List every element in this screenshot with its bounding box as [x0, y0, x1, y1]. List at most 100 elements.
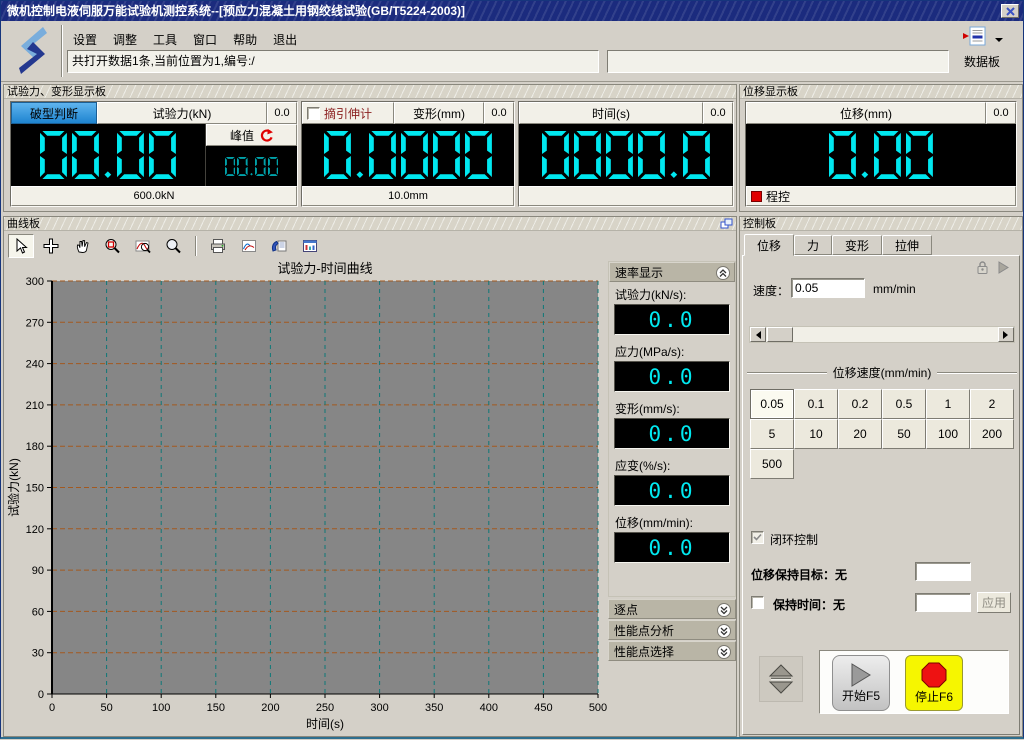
svg-text:试验力(kN): 试验力(kN): [6, 458, 21, 517]
start-button[interactable]: 开始F5: [832, 655, 890, 711]
svg-text:0: 0: [38, 689, 44, 701]
speed-scrollbar[interactable]: [749, 326, 1015, 343]
hold-time-label: 保持时间：无: [773, 596, 845, 613]
tab-tension[interactable]: 拉伸: [882, 235, 932, 255]
top-toolbar: 设置 调整 工具 窗口 帮助 退出 共打开数据1条,当前位置为1,编号:/ 数据板: [1, 21, 1023, 82]
curve-inspect-tool-button[interactable]: [130, 234, 156, 258]
speed-button-500[interactable]: 500: [750, 449, 794, 479]
hold-time-checkbox[interactable]: [751, 596, 764, 609]
hold-target-input[interactable]: [915, 562, 971, 581]
tab-displacement[interactable]: 位移: [744, 234, 794, 256]
chevron-down-double-icon: [719, 647, 729, 657]
menu-item-tools[interactable]: 工具: [153, 33, 177, 47]
time-display: [519, 124, 733, 186]
speed-button-100[interactable]: 100: [926, 419, 970, 449]
expand-button[interactable]: [717, 603, 731, 617]
force-aux-value: 0.0: [267, 102, 297, 124]
databoard-button[interactable]: 数据板: [947, 26, 1017, 78]
tab-deformation[interactable]: 变形: [832, 235, 882, 255]
close-icon: [1006, 7, 1015, 16]
scrollbar-left-button[interactable]: [750, 327, 766, 342]
printer-icon: [210, 238, 226, 254]
rate-panel: 速率显示 试验力(kN/s): 0.0 应力(MPa/s): 0.0 变形(mm…: [608, 261, 736, 597]
apply-button[interactable]: 应用: [977, 592, 1011, 613]
pan-tool-button[interactable]: [69, 234, 95, 258]
speed-button-20[interactable]: 20: [838, 419, 882, 449]
speed-button-200[interactable]: 200: [970, 419, 1014, 449]
svg-text:270: 270: [26, 317, 44, 329]
stop-button[interactable]: 停止F6: [905, 655, 963, 711]
expand-button[interactable]: [717, 624, 731, 638]
menu-item-settings[interactable]: 设置: [73, 33, 97, 47]
closed-loop-checkbox[interactable]: [751, 531, 764, 544]
toolbar-separator: [61, 25, 63, 77]
speed-button-1[interactable]: 1: [926, 389, 970, 419]
scrollbar-right-button[interactable]: [998, 327, 1014, 342]
speed-button-0.5[interactable]: 0.5: [882, 389, 926, 419]
speed-button-grid: 0.05 0.1 0.2 0.5 1 2 5 10 20 50 100 200 …: [750, 389, 1016, 479]
scrollbar-thumb[interactable]: [767, 327, 793, 342]
extensometer-checkbox[interactable]: [307, 107, 320, 120]
curve-copy-button[interactable]: [266, 234, 292, 258]
databoard-icon: [961, 26, 991, 46]
collapsed-panel-pointwise[interactable]: 逐点: [608, 599, 736, 619]
curve-style-button[interactable]: [236, 234, 262, 258]
speed-button-0.1[interactable]: 0.1: [794, 389, 838, 419]
menu-item-exit[interactable]: 退出: [273, 33, 297, 47]
speed-input[interactable]: [791, 278, 865, 298]
zoom-region-tool-button[interactable]: [99, 234, 125, 258]
displacement-block: 位移(mm) 0.0 程控: [745, 101, 1017, 207]
speed-button-0.2[interactable]: 0.2: [838, 389, 882, 419]
hand-icon: [74, 238, 90, 254]
svg-text:250: 250: [316, 702, 334, 714]
program-control-bar: 程控: [746, 186, 1016, 206]
window-title: 微机控制电液伺服万能试验机测控系统--[预应力混凝土用钢绞线试验(GB/T522…: [7, 4, 465, 18]
speed-button-5[interactable]: 5: [750, 419, 794, 449]
svg-text:500: 500: [589, 702, 607, 714]
break-detect-toggle[interactable]: 破型判断: [11, 102, 97, 124]
svg-text:0: 0: [49, 702, 55, 714]
rate-value-force: 0.0: [614, 304, 730, 335]
program-control-indicator: [751, 191, 762, 202]
speed-button-0.05[interactable]: 0.05: [750, 389, 794, 419]
speed-button-2[interactable]: 2: [970, 389, 1014, 419]
displacement-display-panel: 位移显示板 位移(mm) 0.0 程控: [739, 84, 1023, 212]
force-display-panel: 试验力、变形显示板 破型判断 试验力(kN) 0.0 峰值: [3, 84, 737, 212]
expand-button[interactable]: [717, 645, 731, 659]
zoom-out-tool-button[interactable]: [160, 234, 186, 258]
menu-item-window[interactable]: 窗口: [193, 33, 217, 47]
status-message-box: 共打开数据1条,当前位置为1,编号:/: [67, 50, 599, 73]
rate-collapse-button[interactable]: [716, 266, 730, 280]
rate-panel-header: 速率显示: [609, 262, 735, 282]
app-logo: [9, 24, 53, 78]
svg-text:240: 240: [26, 359, 44, 371]
crosshair-tool-button[interactable]: [38, 234, 64, 258]
svg-text:150: 150: [207, 702, 225, 714]
hold-time-input[interactable]: [915, 593, 971, 612]
tab-force[interactable]: 力: [794, 235, 832, 255]
run-arrow-icon[interactable]: [998, 261, 1009, 274]
force-panel-header: 试验力、变形显示板: [4, 85, 736, 99]
play-icon: [850, 663, 872, 687]
collapsed-panel-selection[interactable]: 性能点选择: [608, 641, 736, 661]
data-window-button[interactable]: [297, 234, 323, 258]
print-button[interactable]: [205, 234, 231, 258]
toolbar-divider: [195, 236, 197, 256]
jog-updown-button[interactable]: [759, 656, 803, 702]
speed-button-50[interactable]: 50: [882, 419, 926, 449]
collapsed-panel-analysis[interactable]: 性能点分析: [608, 620, 736, 640]
cursor-tool-button[interactable]: [8, 234, 34, 258]
menu-item-help[interactable]: 帮助: [233, 33, 257, 47]
curve-panel-header: 曲线板: [4, 217, 736, 231]
menu-item-adjust[interactable]: 调整: [113, 33, 137, 47]
zoom-region-icon: [104, 238, 120, 254]
speed-button-10[interactable]: 10: [794, 419, 838, 449]
float-panel-icon[interactable]: [720, 218, 733, 230]
peak-reset-icon[interactable]: [259, 129, 273, 142]
force-time-chart[interactable]: 0306090120150180210240270300050100150200…: [6, 261, 608, 735]
svg-text:100: 100: [152, 702, 170, 714]
rate-label: 变形(mm/s):: [609, 401, 735, 417]
close-button[interactable]: [1001, 4, 1019, 18]
force-display: [11, 124, 205, 186]
svg-text:120: 120: [26, 524, 44, 536]
